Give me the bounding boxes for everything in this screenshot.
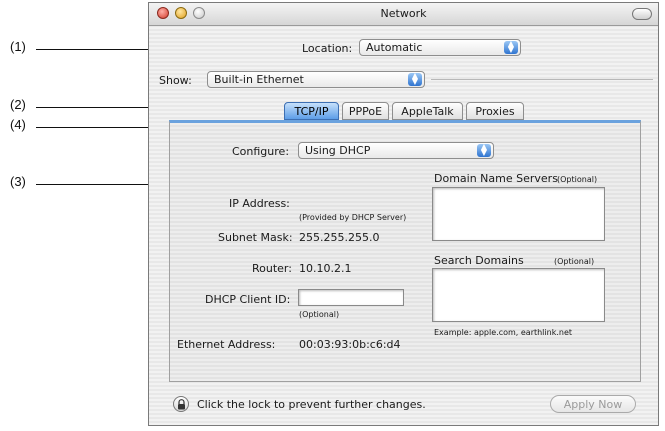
search-domains-textarea[interactable] xyxy=(432,268,605,322)
ip-address-label: IP Address: xyxy=(229,197,290,210)
popup-arrows-icon: ▲ ▼ xyxy=(408,72,422,86)
location-value: Automatic xyxy=(366,41,423,54)
show-divider xyxy=(431,79,653,80)
dhcp-client-id-note: (Optional) xyxy=(299,310,340,319)
lock-message: Click the lock to prevent further change… xyxy=(197,398,426,411)
dhcp-client-id-field[interactable] xyxy=(298,289,404,306)
location-label: Location: xyxy=(302,42,353,55)
apply-now-button[interactable]: Apply Now xyxy=(550,395,636,413)
callout-3: (3) xyxy=(10,174,26,189)
network-window: Network Location: Automatic ▲ ▼ Show: Bui… xyxy=(148,2,659,426)
popup-arrows-icon: ▲ ▼ xyxy=(504,40,518,54)
callout-1: (1) xyxy=(10,39,26,54)
configure-popup[interactable]: Using DHCP ▲ ▼ xyxy=(298,142,494,159)
tab-tcp-ip[interactable]: TCP/IP xyxy=(284,102,339,120)
tab-proxies[interactable]: Proxies xyxy=(466,102,524,120)
ip-address-note: (Provided by DHCP Server) xyxy=(299,213,407,222)
tab-appletalk[interactable]: AppleTalk xyxy=(392,102,463,120)
callout-4: (4) xyxy=(10,117,26,132)
dns-optional-note: (Optional) xyxy=(557,175,598,184)
tcpip-panel: Configure: Using DHCP ▲ ▼ IP Address: (Pr… xyxy=(169,120,641,382)
callout-2: (2) xyxy=(10,97,26,112)
dns-label: Domain Name Servers xyxy=(434,172,558,185)
title-bar[interactable]: Network xyxy=(149,3,658,26)
dhcp-client-id-label: DHCP Client ID: xyxy=(205,293,291,306)
tab-pppoe[interactable]: PPPoE xyxy=(342,102,389,120)
configure-label: Configure: xyxy=(232,145,290,158)
show-value: Built-in Ethernet xyxy=(214,73,304,86)
search-domains-example: Example: apple.com, earthlink.net xyxy=(434,328,573,337)
search-domains-optional-note: (Optional) xyxy=(554,257,595,266)
search-domains-label: Search Domains xyxy=(434,254,524,267)
show-popup[interactable]: Built-in Ethernet ▲ ▼ xyxy=(207,71,425,88)
location-popup[interactable]: Automatic ▲ ▼ xyxy=(359,39,521,56)
toolbar-toggle-button[interactable] xyxy=(632,8,652,20)
lock-icon[interactable] xyxy=(173,396,189,412)
router-value: 10.10.2.1 xyxy=(299,262,352,275)
ethernet-address-value: 00:03:93:0b:c6:d4 xyxy=(299,338,401,351)
window-title: Network xyxy=(380,7,427,20)
router-label: Router: xyxy=(252,262,292,275)
configure-value: Using DHCP xyxy=(305,144,371,157)
subnet-mask-label: Subnet Mask: xyxy=(218,231,293,244)
ethernet-address-label: Ethernet Address: xyxy=(177,338,276,351)
popup-arrows-icon: ▲ ▼ xyxy=(477,143,491,157)
show-label: Show: xyxy=(159,74,192,87)
subnet-mask-value: 255.255.255.0 xyxy=(299,231,380,244)
dns-textarea[interactable] xyxy=(432,187,605,241)
